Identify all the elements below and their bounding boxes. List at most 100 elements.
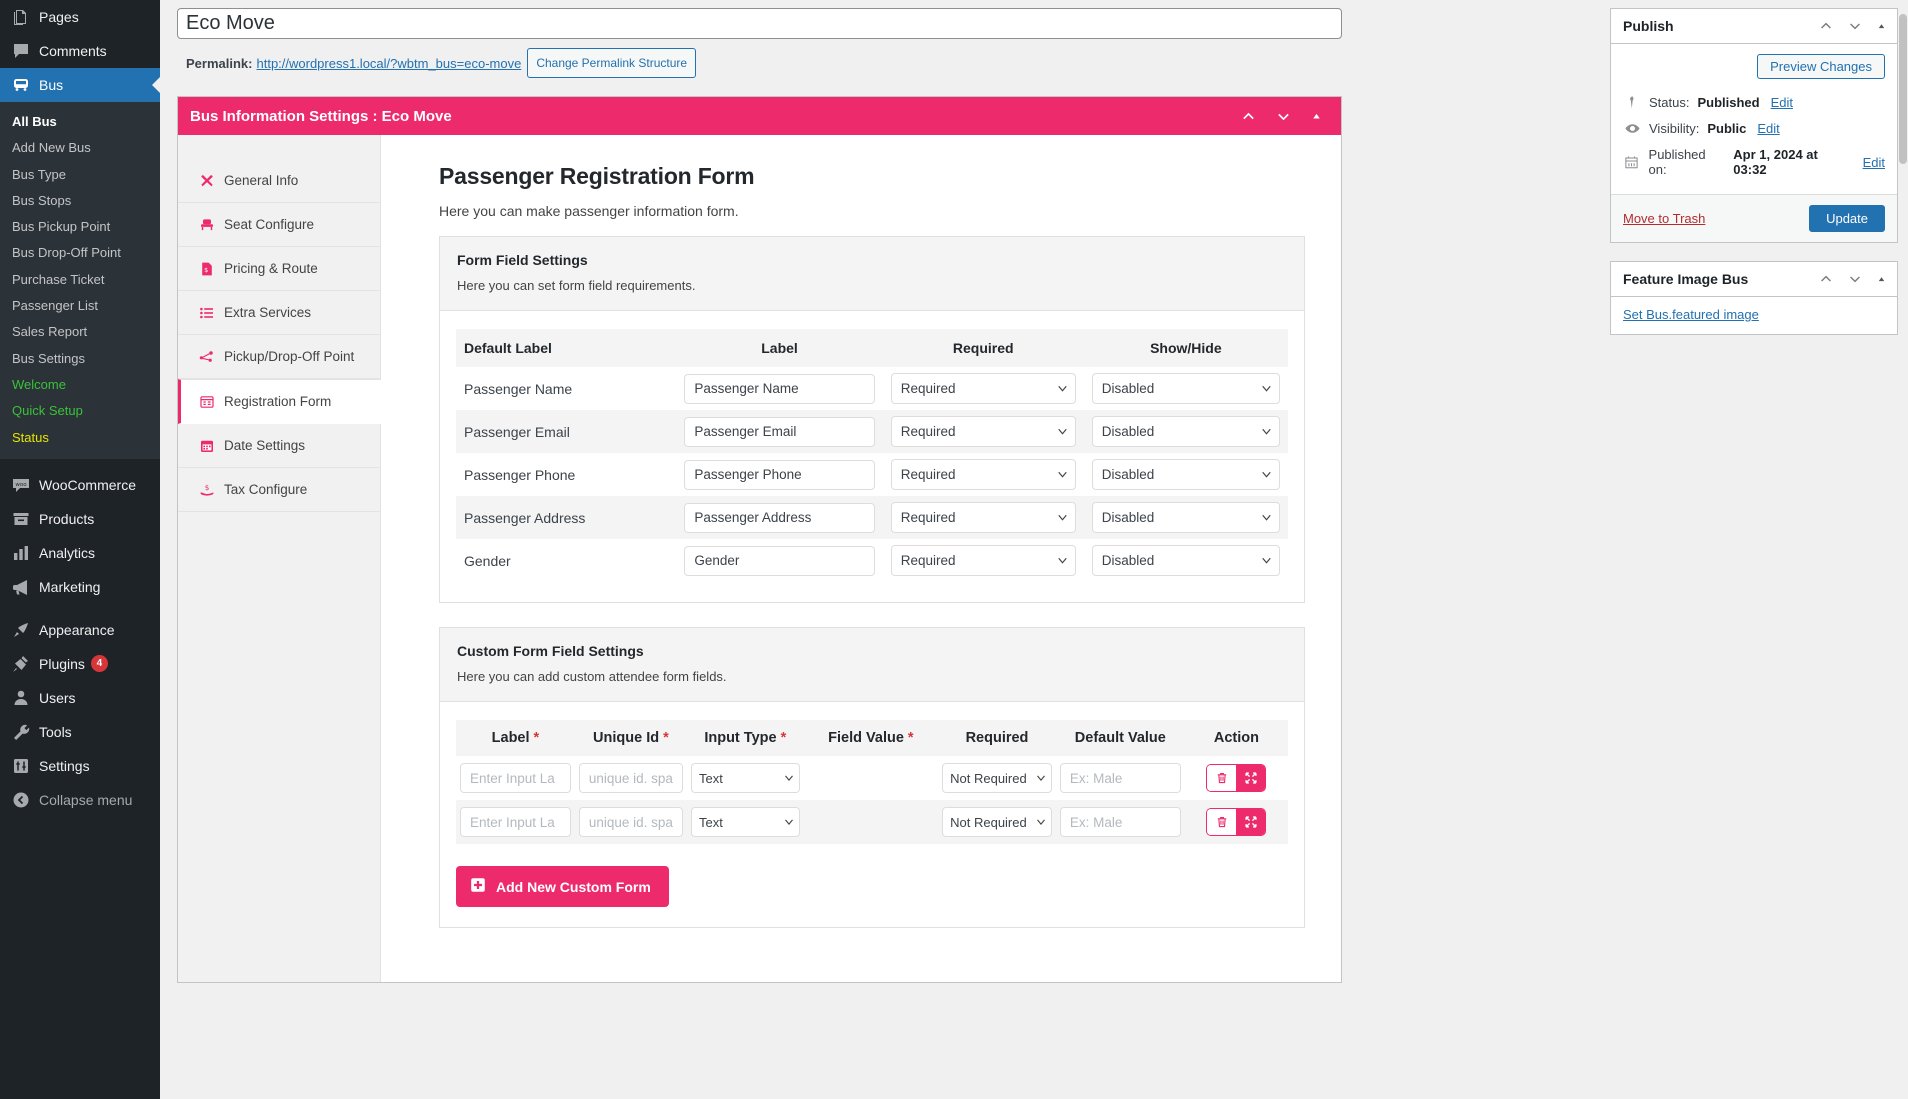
collapse-arrow-icon	[11, 790, 31, 810]
toggle-panel-icon[interactable]	[1876, 274, 1887, 285]
move-to-trash-link[interactable]: Move to Trash	[1623, 211, 1705, 226]
sidebar-item-plugins[interactable]: Plugins 4	[0, 647, 160, 681]
move-up-icon[interactable]	[1818, 18, 1834, 34]
move-down-icon[interactable]	[1275, 108, 1292, 125]
input-type-select[interactable]: Text	[690, 807, 800, 837]
required-select[interactable]: Required	[890, 416, 1076, 447]
card-subtitle: Here you can add custom attendee form fi…	[457, 669, 727, 684]
sidebar-item-woocommerce[interactable]: woo WooCommerce	[0, 468, 160, 502]
trash-icon[interactable]	[1207, 809, 1237, 835]
bus-information-metabox: Bus Information Settings : Eco Move Gene…	[177, 96, 1342, 983]
panel-heading: Passenger Registration Form	[439, 163, 755, 189]
sidebar-item-settings[interactable]: Settings	[0, 749, 160, 783]
expand-move-icon[interactable]	[1236, 765, 1266, 791]
toggle-panel-icon[interactable]	[1310, 110, 1323, 123]
move-down-icon[interactable]	[1847, 18, 1863, 34]
tab-pricing-route[interactable]: $ Pricing & Route	[178, 247, 380, 291]
post-title-input[interactable]	[177, 8, 1342, 39]
move-up-icon[interactable]	[1240, 108, 1257, 125]
required-select[interactable]: Required	[890, 545, 1076, 576]
submenu-bus-stops[interactable]: Bus Stops	[0, 188, 160, 214]
scrollbar-thumb[interactable]	[1899, 14, 1907, 164]
submenu-passenger-list[interactable]: Passenger List	[0, 293, 160, 319]
table-row: Gender Required Disabled	[456, 539, 1288, 582]
sidebar-item-comments[interactable]: Comments	[0, 34, 160, 68]
submenu-bus-dropoff-point[interactable]: Bus Drop-Off Point	[0, 240, 160, 266]
tab-pickup-dropoff-point[interactable]: Pickup/Drop-Off Point	[178, 335, 380, 379]
published-edit-link[interactable]: Edit	[1863, 155, 1885, 170]
expand-move-icon[interactable]	[1236, 809, 1266, 835]
change-permalink-structure-button[interactable]: Change Permalink Structure	[527, 48, 697, 78]
trash-icon[interactable]	[1207, 765, 1237, 791]
toggle-panel-icon[interactable]	[1876, 21, 1887, 32]
unique-id-input[interactable]	[578, 763, 683, 793]
submenu-welcome[interactable]: Welcome	[0, 372, 160, 398]
default-value-input[interactable]	[1059, 807, 1181, 837]
label-input[interactable]	[684, 502, 875, 533]
action-cell	[1185, 800, 1288, 844]
tab-extra-services[interactable]: Extra Services	[178, 291, 380, 335]
submenu-purchase-ticket[interactable]: Purchase Ticket	[0, 267, 160, 293]
sidebar-item-analytics[interactable]: Analytics	[0, 536, 160, 570]
submenu-status[interactable]: Status	[0, 425, 160, 451]
preview-changes-button[interactable]: Preview Changes	[1757, 54, 1885, 79]
label-input[interactable]	[684, 545, 875, 576]
publish-box-body: Preview Changes Status: Published Edit V…	[1611, 44, 1897, 194]
visibility-edit-link[interactable]: Edit	[1757, 121, 1779, 136]
required-select[interactable]: Required	[890, 459, 1076, 490]
seat-icon	[198, 216, 215, 233]
sidebar-item-products[interactable]: Products	[0, 502, 160, 536]
feature-image-box: Feature Image Bus Set Bus.featured image	[1610, 261, 1898, 335]
label-input[interactable]	[684, 373, 875, 404]
sidebar-item-users[interactable]: Users	[0, 681, 160, 715]
submenu-all-bus[interactable]: All Bus	[0, 109, 160, 135]
sidebar-item-tools[interactable]: Tools	[0, 715, 160, 749]
submenu-sales-report[interactable]: Sales Report	[0, 319, 160, 345]
update-button[interactable]: Update	[1809, 205, 1885, 232]
input-type-select[interactable]: Text	[690, 763, 800, 793]
submenu-bus-type[interactable]: Bus Type	[0, 162, 160, 188]
custom-label-input[interactable]	[460, 763, 571, 793]
show-hide-select[interactable]: Disabled	[1091, 545, 1280, 576]
collapse-menu-button[interactable]: Collapse menu	[0, 783, 160, 817]
add-new-custom-form-button[interactable]: Add New Custom Form	[456, 866, 669, 907]
submenu-bus-pickup-point[interactable]: Bus Pickup Point	[0, 214, 160, 240]
products-icon	[11, 509, 31, 529]
sidebar-item-appearance[interactable]: Appearance	[0, 613, 160, 647]
submenu-add-new-bus[interactable]: Add New Bus	[0, 135, 160, 161]
tab-seat-configure[interactable]: Seat Configure	[178, 203, 380, 247]
page-scrollbar[interactable]	[1898, 0, 1908, 1099]
permalink-url[interactable]: http://wordpress1.local/?wbtm_bus=eco-mo…	[256, 56, 521, 71]
submenu-quick-setup[interactable]: Quick Setup	[0, 398, 160, 424]
required-select[interactable]: Required	[890, 502, 1076, 533]
unique-id-input[interactable]	[578, 807, 683, 837]
custom-required-select[interactable]: Not Required	[942, 807, 1052, 837]
submenu-bus-settings[interactable]: Bus Settings	[0, 346, 160, 372]
sidebar-item-bus[interactable]: Bus	[0, 68, 160, 102]
status-edit-link[interactable]: Edit	[1771, 95, 1793, 110]
tab-tax-configure[interactable]: $ Tax Configure	[178, 468, 380, 512]
publish-box-footer: Move to Trash Update	[1611, 194, 1897, 242]
label-input[interactable]	[684, 416, 875, 447]
tab-general-info[interactable]: General Info	[178, 159, 380, 203]
sidebar-item-marketing[interactable]: Marketing	[0, 570, 160, 604]
show-hide-select[interactable]: Disabled	[1091, 373, 1280, 404]
tab-registration-form[interactable]: Registration Form	[178, 379, 381, 424]
custom-required-select[interactable]: Not Required	[942, 763, 1052, 793]
published-value: Apr 1, 2024 at 03:32	[1733, 147, 1818, 177]
move-up-icon[interactable]	[1818, 271, 1834, 287]
th-text: Label	[491, 730, 530, 746]
sidebar-item-pages[interactable]: Pages	[0, 0, 160, 34]
show-hide-select[interactable]: Disabled	[1091, 459, 1280, 490]
label-input[interactable]	[684, 459, 875, 490]
th-field-value: Field Value *	[803, 720, 939, 756]
set-featured-image-link[interactable]: Set Bus.featured image	[1623, 307, 1759, 322]
show-hide-select[interactable]: Disabled	[1091, 416, 1280, 447]
move-down-icon[interactable]	[1847, 271, 1863, 287]
tab-date-settings[interactable]: Date Settings	[178, 424, 380, 468]
default-value-input[interactable]	[1059, 763, 1181, 793]
custom-label-input[interactable]	[460, 807, 571, 837]
show-hide-select[interactable]: Disabled	[1091, 502, 1280, 533]
required-select[interactable]: Required	[890, 373, 1076, 404]
required-star: *	[907, 730, 914, 746]
